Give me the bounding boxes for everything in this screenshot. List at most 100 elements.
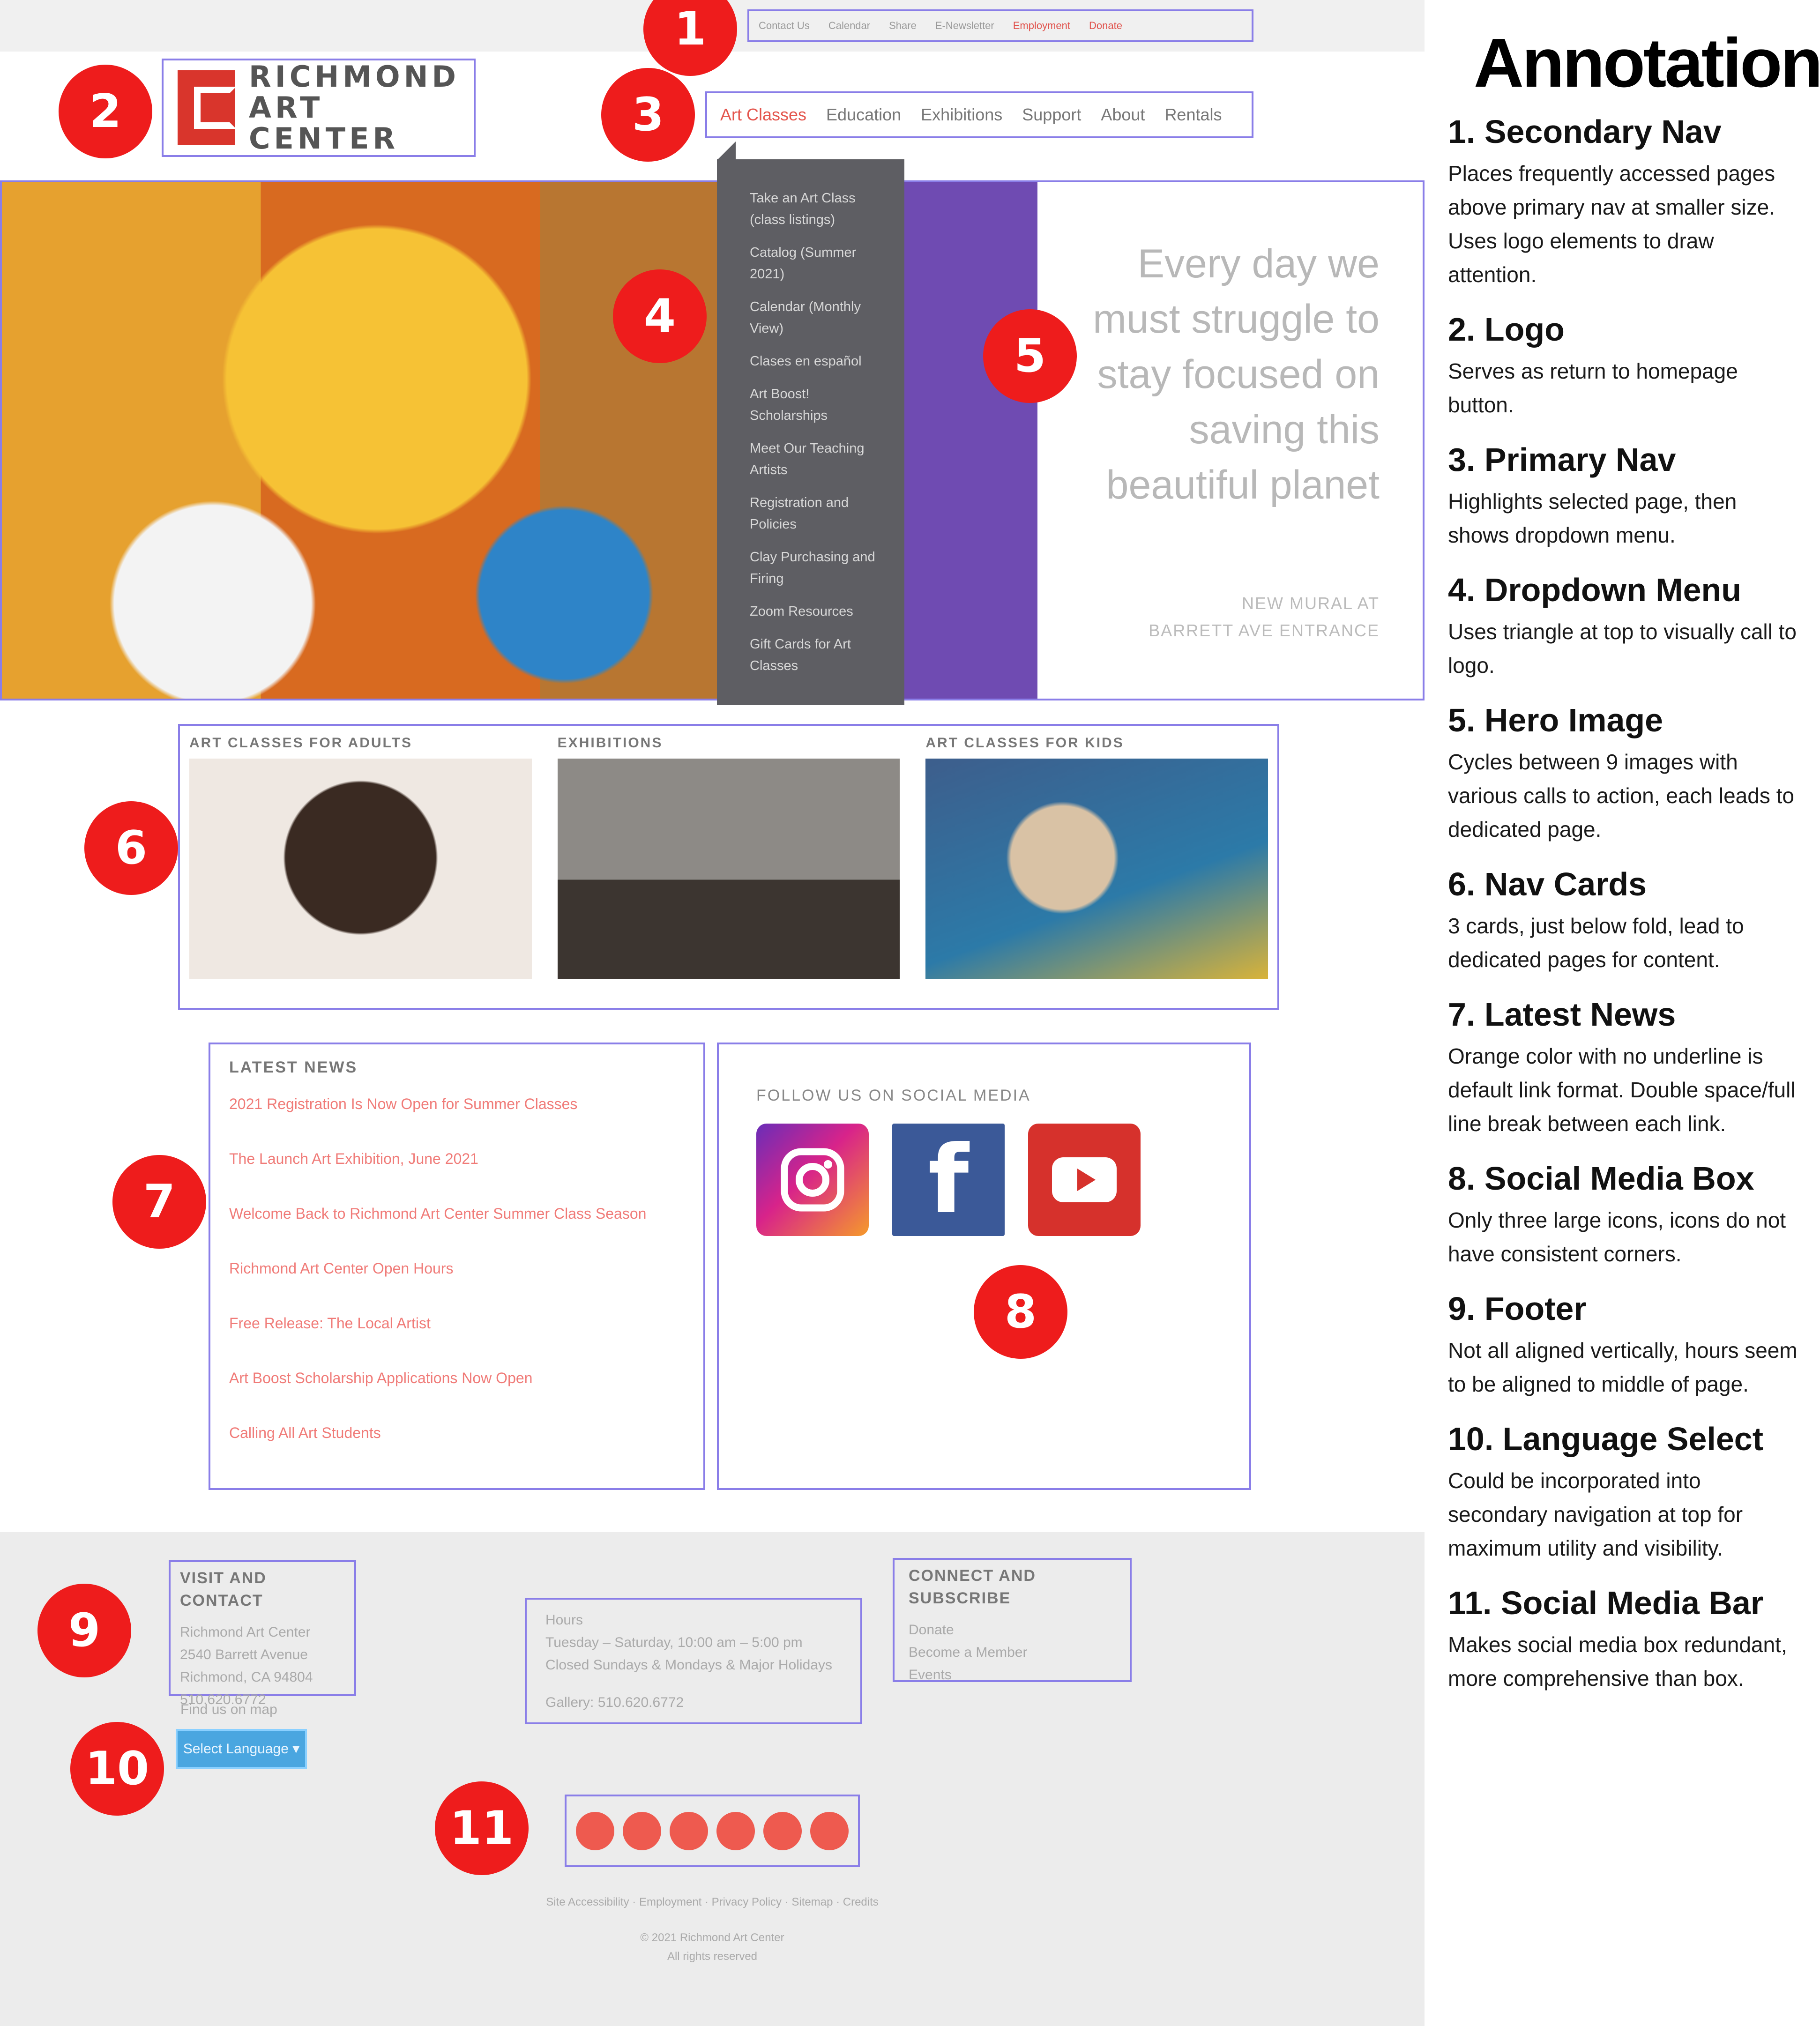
annotation-item: 3. Primary Nav Highlights selected page,… bbox=[1448, 440, 1801, 552]
social-circle-icon[interactable] bbox=[716, 1811, 755, 1850]
youtube-icon[interactable] bbox=[1028, 1124, 1141, 1236]
footer-hours: Hours Tuesday – Saturday, 10:00 am – 5:0… bbox=[525, 1598, 862, 1724]
nav-cards: ART CLASSES FOR ADULTS EXHIBITIONS ART C… bbox=[178, 724, 1279, 1010]
dropdown-item[interactable]: Meet Our Teaching Artists bbox=[750, 438, 886, 481]
social-icon-row: f bbox=[756, 1124, 1212, 1236]
marker-4: 4 bbox=[613, 269, 707, 363]
nav-card[interactable]: ART CLASSES FOR KIDS bbox=[925, 735, 1268, 998]
news-link[interactable]: 2021 Registration Is Now Open for Summer… bbox=[229, 1095, 685, 1113]
annotation-item: 9. Footer Not all aligned vertically, ho… bbox=[1448, 1289, 1801, 1401]
dropdown-item[interactable]: Gift Cards for Art Classes bbox=[750, 633, 886, 677]
dropdown-item[interactable]: Clay Purchasing and Firing bbox=[750, 546, 886, 589]
news-link[interactable]: Calling All Art Students bbox=[229, 1424, 685, 1442]
annotation-desc: Serves as return to homepage button. bbox=[1448, 359, 1738, 417]
footer-visit-title: VISIT AND CONTACT bbox=[180, 1569, 267, 1609]
nav-card-title: ART CLASSES FOR KIDS bbox=[925, 735, 1124, 751]
annotations-heading: Annotations bbox=[1474, 24, 1820, 102]
nav-art-classes[interactable]: Art Classes bbox=[720, 105, 806, 125]
social-heading: FOLLOW US ON SOCIAL MEDIA bbox=[756, 1087, 1031, 1104]
secondary-nav-donate[interactable]: Donate bbox=[1089, 20, 1122, 32]
footer-hours-line bbox=[545, 1676, 842, 1691]
news-link[interactable]: Free Release: The Local Artist bbox=[229, 1315, 685, 1332]
annotation-title: 11. Social Media Bar bbox=[1448, 1585, 1764, 1621]
nav-card[interactable]: ART CLASSES FOR ADULTS bbox=[189, 735, 532, 998]
footer-gallery-phone: Gallery: 510.620.6772 bbox=[545, 1695, 684, 1710]
social-circle-icon[interactable] bbox=[576, 1811, 614, 1850]
social-circle-icon[interactable] bbox=[763, 1811, 802, 1850]
nav-card-image bbox=[189, 759, 532, 979]
social-circle-icon[interactable] bbox=[623, 1811, 661, 1850]
secondary-nav-newsletter[interactable]: E-Newsletter bbox=[935, 20, 994, 32]
annotation-item: 1. Secondary Nav Places frequently acces… bbox=[1448, 112, 1801, 291]
annotation-title: 9. Footer bbox=[1448, 1290, 1587, 1327]
nav-exhibitions[interactable]: Exhibitions bbox=[921, 105, 1002, 125]
hero-quote: Every day we must struggle to stay focus… bbox=[1093, 241, 1380, 507]
language-select[interactable]: Select Language ▾ bbox=[176, 1729, 307, 1769]
marker-5: 5 bbox=[983, 309, 1077, 403]
footer-link[interactable]: Donate bbox=[909, 1619, 1116, 1641]
marker-11: 11 bbox=[435, 1781, 529, 1875]
secondary-nav-calendar[interactable]: Calendar bbox=[828, 20, 870, 32]
nav-card-image bbox=[925, 759, 1268, 979]
dropdown-item[interactable]: Registration and Policies bbox=[750, 492, 886, 535]
news-link[interactable]: Richmond Art Center Open Hours bbox=[229, 1260, 685, 1277]
nav-support[interactable]: Support bbox=[1022, 105, 1081, 125]
annotation-desc: Could be incorporated into secondary nav… bbox=[1448, 1468, 1743, 1560]
dropdown-item[interactable]: Catalog (Summer 2021) bbox=[750, 242, 886, 285]
annotation-desc: Only three large icons, icons do not hav… bbox=[1448, 1208, 1786, 1266]
footer-legal-links[interactable]: Site Accessibility · Employment · Privac… bbox=[422, 1893, 1003, 1912]
secondary-nav-employment[interactable]: Employment bbox=[1013, 20, 1070, 32]
marker-6: 6 bbox=[84, 801, 178, 895]
footer-hours-line: Tuesday – Saturday, 10:00 am – 5:00 pm bbox=[545, 1635, 803, 1650]
nav-about[interactable]: About bbox=[1101, 105, 1145, 125]
annotation-desc: Orange color with no underline is defaul… bbox=[1448, 1044, 1796, 1136]
instagram-icon[interactable] bbox=[756, 1124, 869, 1236]
footer-rights: All rights reserved bbox=[667, 1950, 758, 1963]
footer-links: CONNECT AND SUBSCRIBE Donate Become a Me… bbox=[893, 1558, 1132, 1683]
facebook-icon[interactable]: f bbox=[892, 1124, 1005, 1236]
site-logo[interactable]: RICHMOND ART CENTER bbox=[162, 59, 476, 157]
annotation-title: 6. Nav Cards bbox=[1448, 866, 1647, 902]
footer-links-title: CONNECT AND SUBSCRIBE bbox=[909, 1567, 1036, 1607]
social-circle-icon[interactable] bbox=[670, 1811, 708, 1850]
annotation-desc: Cycles between 9 images with various cal… bbox=[1448, 750, 1794, 842]
dropdown-item[interactable]: Calendar (Monthly View) bbox=[750, 296, 886, 339]
dropdown-item[interactable]: Art Boost! Scholarships bbox=[750, 383, 886, 426]
annotation-item: 8. Social Media Box Only three large ico… bbox=[1448, 1159, 1801, 1271]
footer-find-us[interactable]: Find us on map bbox=[180, 1698, 321, 1721]
footer-link[interactable]: Become a Member bbox=[909, 1641, 1116, 1664]
news-link[interactable]: The Launch Art Exhibition, June 2021 bbox=[229, 1150, 685, 1168]
nav-card-image bbox=[557, 759, 900, 979]
news-link[interactable]: Welcome Back to Richmond Art Center Summ… bbox=[229, 1205, 685, 1222]
dropdown-item[interactable]: Clases en español bbox=[750, 350, 886, 372]
hero-caption: NEW MURAL AT BARRETT AVE ENTRANCE bbox=[1080, 590, 1380, 644]
annotation-title: 8. Social Media Box bbox=[1448, 1160, 1754, 1197]
news-heading: LATEST NEWS bbox=[229, 1058, 358, 1076]
secondary-nav-share[interactable]: Share bbox=[889, 20, 917, 32]
annotation-title: 7. Latest News bbox=[1448, 996, 1676, 1033]
secondary-nav-contact[interactable]: Contact Us bbox=[759, 20, 810, 32]
nav-rentals[interactable]: Rentals bbox=[1164, 105, 1222, 125]
annotation-title: 3. Primary Nav bbox=[1448, 441, 1676, 478]
annotation-desc: Highlights selected page, then shows dro… bbox=[1448, 489, 1737, 547]
hero-carousel[interactable]: Every day we must struggle to stay focus… bbox=[0, 180, 1425, 700]
annotations-panel: Annotations 1. Secondary Nav Places freq… bbox=[1425, 0, 1820, 2026]
footer-link[interactable]: Events bbox=[909, 1664, 1116, 1686]
annotation-title: 4. Dropdown Menu bbox=[1448, 572, 1742, 608]
marker-10: 10 bbox=[70, 1722, 164, 1816]
dropdown-item[interactable]: Zoom Resources bbox=[750, 601, 886, 622]
annotation-desc: Uses triangle at top to visually call to… bbox=[1448, 619, 1797, 678]
logo-line-1: RICHMOND bbox=[249, 60, 460, 94]
nav-education[interactable]: Education bbox=[826, 105, 901, 125]
marker-7: 7 bbox=[112, 1155, 206, 1249]
dropdown-item[interactable]: Take an Art Class (class listings) bbox=[750, 187, 886, 231]
marker-3: 3 bbox=[601, 68, 695, 162]
social-circle-icon[interactable] bbox=[810, 1811, 849, 1850]
annotation-desc: Makes social media box redundant, more c… bbox=[1448, 1632, 1787, 1691]
news-link[interactable]: Art Boost Scholarship Applications Now O… bbox=[229, 1370, 685, 1387]
footer-hours-line: Closed Sundays & Mondays & Major Holiday… bbox=[545, 1657, 832, 1673]
nav-card[interactable]: EXHIBITIONS bbox=[557, 735, 900, 998]
annotation-title: 2. Logo bbox=[1448, 311, 1565, 348]
latest-news: LATEST NEWS 2021 Registration Is Now Ope… bbox=[209, 1043, 705, 1490]
marker-8: 8 bbox=[974, 1265, 1067, 1359]
